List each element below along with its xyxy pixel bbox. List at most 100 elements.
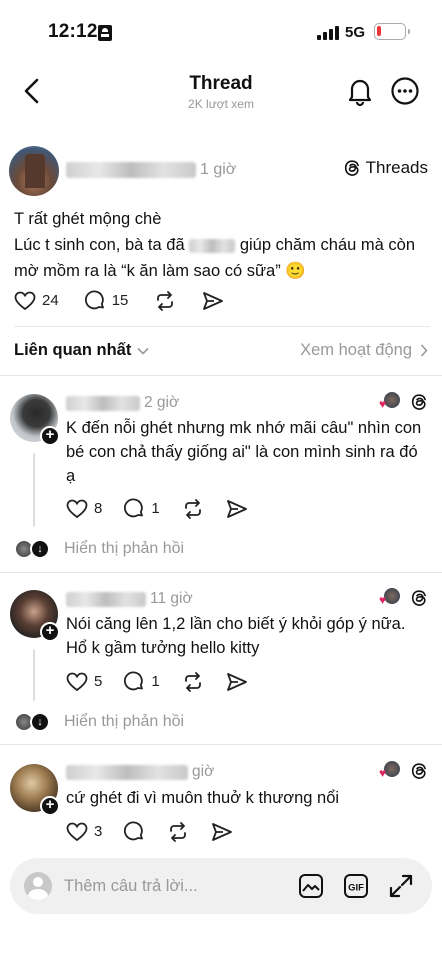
repost-button[interactable] <box>154 290 176 311</box>
repost-icon <box>157 290 174 311</box>
share-button[interactable] <box>226 499 248 519</box>
comment-button[interactable]: 15 <box>84 290 128 311</box>
comment-button[interactable]: 1 <box>124 671 160 692</box>
reply-author-row: giờ <box>66 763 214 781</box>
thread-line <box>33 649 35 701</box>
reply-time: giờ <box>192 763 215 780</box>
comment-button[interactable] <box>124 821 145 842</box>
repost-icon <box>170 821 187 842</box>
show-replies-link[interactable]: ↓ Hiển thị phản hồi <box>16 539 184 559</box>
replier-avatars: ↓ <box>16 539 52 559</box>
sort-label: Liên quan nhất <box>14 341 132 359</box>
reply-meta: ♥ <box>379 588 428 608</box>
reply-item: + giờ ♥ cứ ghét đi vì muôn thuở k thương… <box>0 744 442 854</box>
reply-author-redacted[interactable] <box>66 395 140 411</box>
thread-line <box>33 453 35 527</box>
share-button[interactable] <box>226 672 248 692</box>
image-icon[interactable] <box>298 873 324 899</box>
heart-icon <box>14 291 36 310</box>
network-label: 5G <box>345 24 366 41</box>
repost-button[interactable] <box>182 671 204 692</box>
show-replies-link[interactable]: ↓ Hiển thị phản hồi <box>16 712 184 732</box>
reply-actions: 5 1 <box>66 671 248 692</box>
share-button[interactable] <box>211 822 233 842</box>
post-time: 1 giờ <box>200 161 237 178</box>
liked-by-author-badge: ♥ <box>379 761 400 781</box>
reply-text: Nói căng lên 1,2 lần cho biết ý khỏi góp… <box>66 615 406 657</box>
comment-icon <box>124 821 144 841</box>
post-line: mờ mồm ra là “k ăn làm sao có sữa” 🙂 <box>14 262 306 280</box>
reply-author-redacted[interactable] <box>66 591 146 607</box>
status-time: 12:12 <box>48 21 98 42</box>
reply-item: + 2 giờ ♥ K đến nỗi ghét nhưng mk nhớ mã… <box>0 375 442 572</box>
like-count: 8 <box>94 500 103 517</box>
comment-icon <box>124 498 144 518</box>
svg-text:GIF: GIF <box>348 883 364 894</box>
smile-emoji: 🙂 <box>285 262 306 280</box>
threads-logo-icon <box>344 160 359 176</box>
reply-item: + 11 giờ ♥ Nói căng lên 1,2 lần cho biết… <box>0 572 442 744</box>
reply-text: K đến nỗi ghét nhưng mk nhớ mãi câu" nhì… <box>66 419 422 485</box>
repost-icon <box>184 671 201 692</box>
reply-time: 11 giờ <box>150 590 193 607</box>
reply-time: 2 giờ <box>144 394 180 411</box>
repost-icon <box>184 498 201 519</box>
bell-icon[interactable] <box>345 75 375 107</box>
my-avatar <box>24 872 52 900</box>
threads-badge[interactable]: Threads <box>343 158 428 178</box>
reply-author-redacted[interactable] <box>66 764 188 780</box>
reply-actions: 3 <box>66 821 233 842</box>
reply-text: cứ ghét đi vì muôn thuở k thương nổi <box>66 789 340 807</box>
show-replies-label: Hiển thị phản hồi <box>64 540 185 557</box>
heart-icon <box>66 672 88 691</box>
like-count: 3 <box>94 823 103 840</box>
reply-meta: ♥ <box>379 392 428 412</box>
thread-header: Thread 2K lượt xem <box>0 60 442 130</box>
follow-plus-button[interactable]: + <box>40 426 60 446</box>
activity-label: Xem hoạt động <box>300 341 412 359</box>
more-options-icon[interactable] <box>390 76 420 106</box>
view-count: 2K lượt xem <box>188 97 254 111</box>
like-button[interactable]: 24 <box>14 291 59 311</box>
liked-by-author-badge: ♥ <box>379 588 400 608</box>
repost-button[interactable] <box>167 821 189 842</box>
follow-plus-button[interactable]: + <box>40 796 60 816</box>
threads-logo-icon[interactable] <box>410 393 428 411</box>
like-button[interactable]: 8 <box>66 499 102 519</box>
show-replies-label: Hiển thị phản hồi <box>64 713 185 730</box>
share-button[interactable] <box>202 291 224 311</box>
reply-author-row: 2 giờ <box>66 394 179 412</box>
author-name-redacted[interactable] <box>66 162 196 178</box>
comment-count: 1 <box>151 500 160 517</box>
share-icon <box>212 822 233 841</box>
redacted-text <box>189 238 236 253</box>
chevron-right-icon <box>420 344 428 357</box>
reply-meta: ♥ <box>379 761 428 781</box>
id-card-icon <box>98 25 112 41</box>
replier-avatars: ↓ <box>16 712 52 732</box>
share-icon <box>226 672 247 691</box>
comment-button[interactable]: 1 <box>124 498 160 519</box>
like-button[interactable]: 3 <box>66 822 102 842</box>
author-avatar[interactable] <box>9 146 59 196</box>
author-row: 1 giờ <box>66 161 236 179</box>
page-title: Thread <box>189 73 253 94</box>
share-icon <box>203 291 224 310</box>
like-count: 5 <box>94 673 103 690</box>
reply-input[interactable] <box>64 872 284 900</box>
threads-logo-icon[interactable] <box>410 762 428 780</box>
follow-plus-button[interactable]: + <box>40 622 60 642</box>
repost-button[interactable] <box>182 498 204 519</box>
expand-icon[interactable] <box>388 873 414 899</box>
divider <box>14 326 430 327</box>
battery-icon <box>374 23 410 40</box>
threads-logo-icon[interactable] <box>410 589 428 607</box>
reply-author-row: 11 giờ <box>66 590 193 608</box>
comment-icon <box>84 290 104 310</box>
gif-icon[interactable]: GIF <box>343 873 369 899</box>
like-button[interactable]: 5 <box>66 672 102 692</box>
sort-dropdown[interactable]: Liên quan nhất <box>14 341 149 360</box>
comment-count: 1 <box>151 673 160 690</box>
post-line: Lúc t sinh con, bà ta đã giúp chăm cháu … <box>14 236 415 254</box>
view-activity-link[interactable]: Xem hoạt động <box>300 341 428 360</box>
